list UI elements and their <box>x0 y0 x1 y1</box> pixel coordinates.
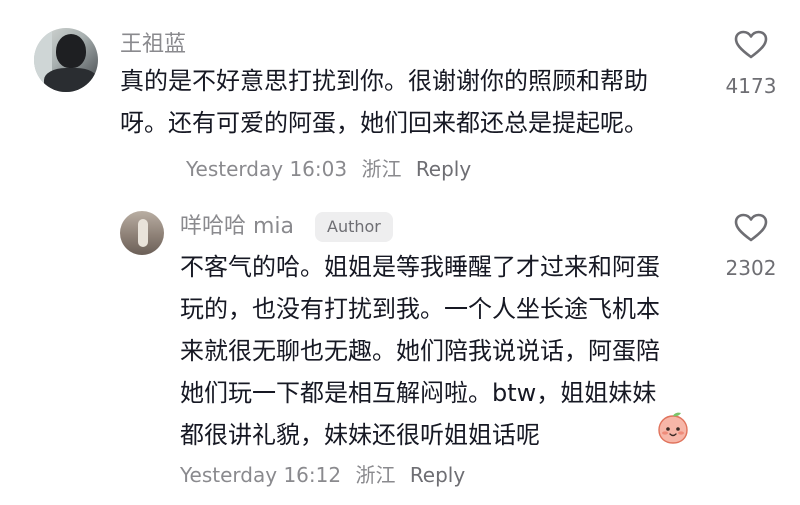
comment-meta: Yesterday 16:03 浙江 Reply <box>186 156 479 182</box>
reply-button[interactable]: Reply <box>416 157 471 181</box>
avatar-body <box>44 68 98 92</box>
avatar[interactable] <box>34 28 98 92</box>
comment-thread: 王祖蓝 真的是不好意思打扰到你。很谢谢你的照顾和帮助呀。还有可爱的阿蛋，她们回来… <box>0 0 800 505</box>
reply-date: Yesterday 16:12 <box>180 463 342 487</box>
reply-meta: Yesterday 16:12 浙江 Reply <box>180 462 473 488</box>
like-count: 4173 <box>725 74 777 98</box>
peach-face-emoji <box>658 412 688 444</box>
author-badge: Author <box>315 212 393 242</box>
avatar-figure <box>138 219 148 247</box>
reply-text-body: 不客气的哈。姐姐是等我睡醒了才过来和阿蛋玩的，也没有打扰到我。一个人坐长途飞机本… <box>180 253 660 449</box>
comment-date: Yesterday 16:03 <box>186 157 348 181</box>
comment-text: 真的是不好意思打扰到你。很谢谢你的照顾和帮助呀。还有可爱的阿蛋，她们回来都还总是… <box>120 67 648 137</box>
avatar-head <box>56 34 86 68</box>
reply-reply-button[interactable]: Reply <box>410 463 465 487</box>
reply-like-count: 2302 <box>725 256 777 280</box>
heart-outline-icon[interactable] <box>734 213 768 243</box>
heart-outline-icon[interactable] <box>734 30 768 60</box>
reply-location: 浙江 <box>355 463 396 487</box>
comment-location: 浙江 <box>361 157 402 181</box>
reply-username[interactable]: 咩哈哈 mia <box>180 212 294 242</box>
reply-text: 不客气的哈。姐姐是等我睡醒了才过来和阿蛋玩的，也没有打扰到我。一个人坐长途飞机本… <box>180 246 680 456</box>
reply-avatar[interactable] <box>120 211 164 255</box>
comment-username[interactable]: 王祖蓝 <box>120 30 186 60</box>
